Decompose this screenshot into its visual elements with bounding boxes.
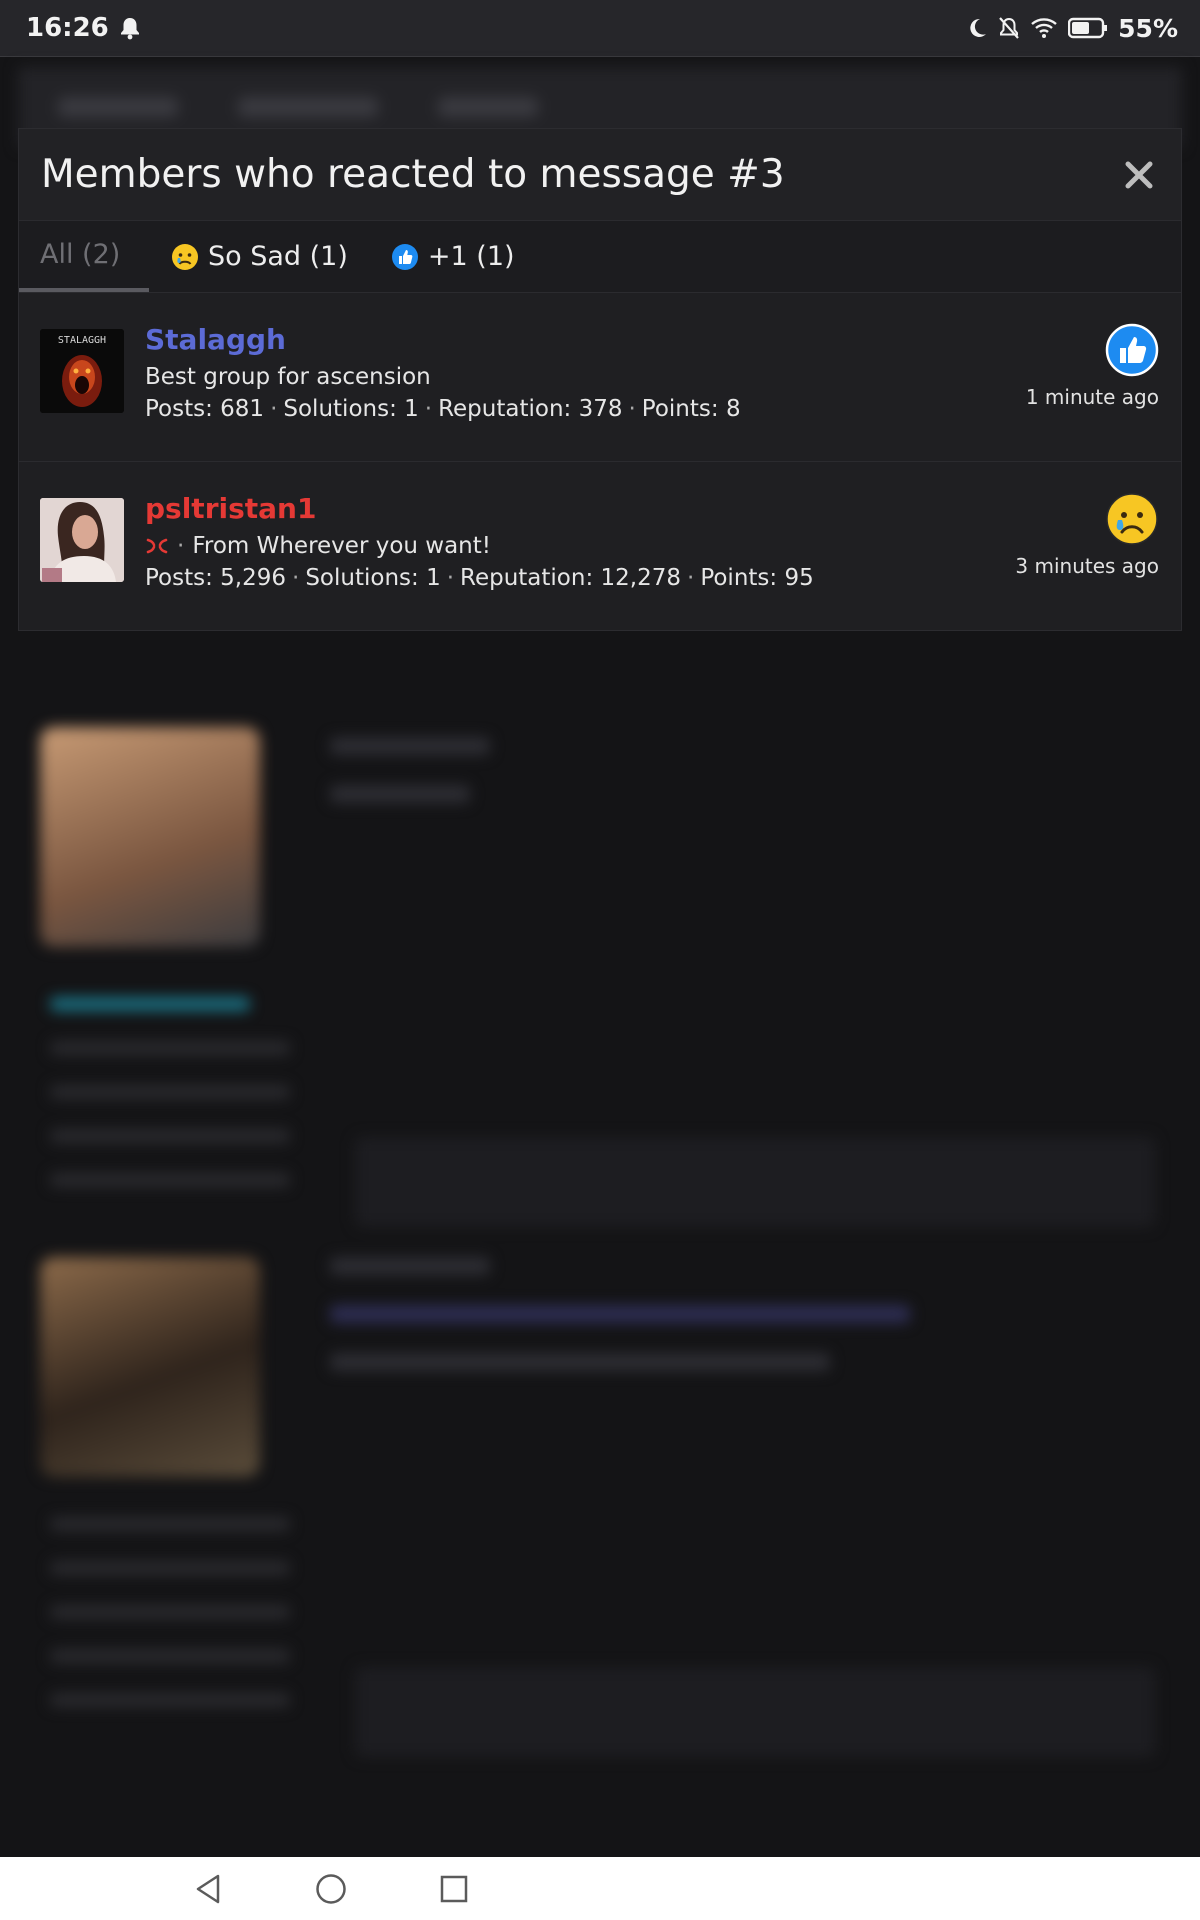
- posts-count: Posts: 681: [145, 396, 265, 422]
- avatar[interactable]: [40, 498, 124, 582]
- username-link[interactable]: psltristan1: [145, 492, 814, 525]
- home-button[interactable]: [314, 1872, 348, 1910]
- member-info: psltristan1 · From Wherever you want! Po…: [145, 492, 814, 591]
- stalaggh-avatar-image: STALAGGH: [40, 329, 124, 413]
- reaction-info: 1 minute ago: [1026, 323, 1159, 409]
- tab-so-sad-label: So Sad (1): [208, 241, 348, 272]
- points-count: Points: 8: [641, 396, 741, 422]
- avatar-logo-text: STALAGGH: [58, 335, 106, 346]
- do-not-disturb-moon-icon: [966, 16, 988, 40]
- solutions-count: Solutions: 1: [305, 565, 441, 591]
- reaction-time: 3 minutes ago: [1015, 554, 1159, 578]
- thumbs-up-icon: [1105, 323, 1159, 377]
- reputation-count: Reputation: 12,278: [460, 565, 681, 591]
- user-title: Best group for ascension: [145, 364, 741, 390]
- user-title-text: Best group for ascension: [145, 364, 431, 390]
- background-avatar: [40, 727, 260, 947]
- user-title: · From Wherever you want!: [145, 533, 814, 559]
- battery-icon: [1068, 17, 1108, 39]
- reaction-info: 3 minutes ago: [1015, 492, 1159, 578]
- reactions-dialog: Members who reacted to message #3 All (2…: [18, 128, 1182, 631]
- back-triangle-icon: [196, 1874, 220, 1904]
- dialog-header: Members who reacted to message #3: [19, 129, 1181, 221]
- member-row: STALAGGH Stalaggh Best group for ascensi…: [19, 293, 1181, 462]
- status-bar: 16:26 55%: [0, 0, 1200, 57]
- tab-so-sad[interactable]: So Sad (1): [149, 221, 369, 292]
- background-avatar: [40, 1257, 260, 1477]
- battery-percentage: 55%: [1118, 13, 1178, 43]
- solutions-count: Solutions: 1: [283, 396, 419, 422]
- status-time: 16:26: [26, 13, 109, 43]
- dialog-title: Members who reacted to message #3: [41, 152, 785, 197]
- sad-face-icon: [172, 243, 198, 270]
- back-button[interactable]: [192, 1872, 224, 1910]
- thumbs-up-icon: [391, 243, 418, 270]
- member-info: Stalaggh Best group for ascension Posts:…: [145, 323, 741, 422]
- recents-button[interactable]: [437, 1872, 471, 1910]
- reputation-count: Reputation: 378: [438, 396, 623, 422]
- sad-face-icon: [1106, 493, 1158, 545]
- system-navigation-bar: [0, 1857, 1200, 1920]
- close-icon: [1125, 161, 1153, 188]
- user-title-text: From Wherever you want!: [192, 533, 491, 559]
- avatar[interactable]: STALAGGH: [40, 329, 124, 413]
- member-stats: Posts: 5,296 · Solutions: 1 · Reputation: 12…: [145, 565, 814, 591]
- username-link[interactable]: Stalaggh: [145, 323, 741, 356]
- close-button[interactable]: [1119, 155, 1159, 195]
- reaction-time: 1 minute ago: [1025, 385, 1159, 409]
- posts-count: Posts: 5,296: [145, 565, 287, 591]
- home-circle-icon: [316, 1874, 346, 1904]
- anger-symbol-icon: [146, 538, 168, 554]
- notification-bell-icon: [119, 16, 141, 40]
- tab-all[interactable]: All (2): [19, 221, 149, 292]
- psltristan1-avatar-image: [40, 498, 124, 582]
- wifi-icon: [1030, 17, 1058, 39]
- muted-bell-icon: [998, 16, 1020, 40]
- reaction-tabs: All (2) So Sad (1) +1 (1): [19, 221, 1181, 293]
- tab-all-label: All (2): [40, 239, 121, 270]
- member-stats: Posts: 681 · Solutions: 1 · Reputation: 378 ·…: [145, 396, 741, 422]
- points-count: Points: 95: [700, 565, 814, 591]
- recents-square-icon: [440, 1875, 468, 1903]
- tab-plus-one[interactable]: +1 (1): [369, 221, 536, 292]
- member-row: psltristan1 · From Wherever you want! Po…: [19, 462, 1181, 631]
- tab-plus-one-label: +1 (1): [427, 241, 515, 272]
